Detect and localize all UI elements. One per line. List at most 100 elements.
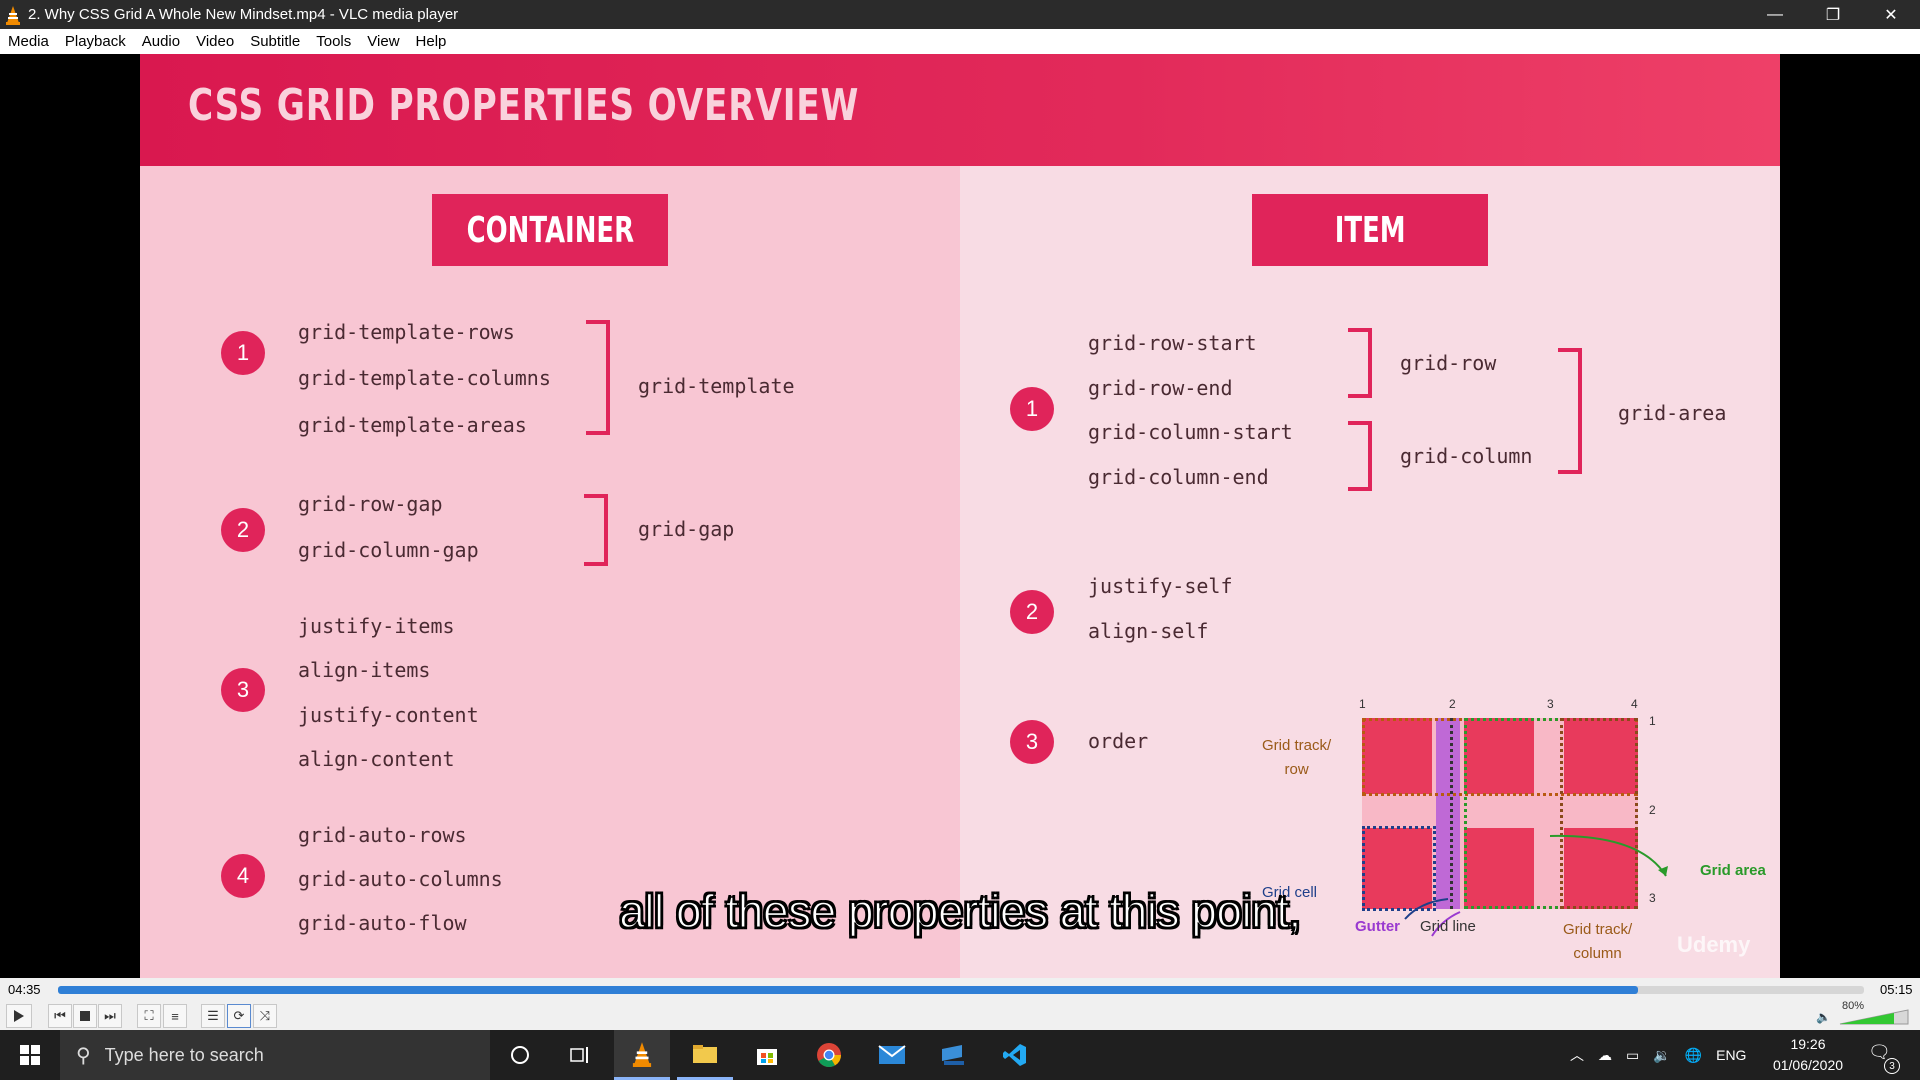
chevron-up-icon[interactable]: ︿ [1570, 1045, 1584, 1065]
bracket [586, 320, 610, 435]
bracket [1348, 328, 1372, 398]
property: grid-row-start [1088, 331, 1257, 355]
group-number: 2 [221, 508, 265, 552]
task-view-icon[interactable] [552, 1030, 608, 1080]
search-icon: ⚲ [76, 1044, 91, 1067]
fullscreen-button[interactable]: ⛶ [137, 1004, 161, 1028]
menu-audio[interactable]: Audio [134, 33, 188, 50]
property: align-self [1088, 619, 1209, 643]
container-heading-label: CONTAINER [466, 209, 634, 251]
property: grid-row-gap [298, 492, 443, 516]
store-icon[interactable] [739, 1030, 795, 1080]
speaker-icon[interactable]: 🔈 [1816, 1010, 1831, 1024]
search-placeholder: Type here to search [104, 1044, 264, 1065]
menu-bar: Media Playback Audio Video Subtitle Tool… [0, 29, 1920, 54]
clock-date: 01/06/2020 [1772, 1057, 1844, 1073]
extended-settings-button[interactable]: ≡ [163, 1004, 187, 1028]
controls-row: ⏮ ⏭ ⛶ ≡ ☰ ⟳ ⤨ 🔈 80% [0, 1000, 1920, 1030]
taskbar-search[interactable]: ⚲ Type here to search [60, 1030, 490, 1080]
play-icon [14, 1010, 24, 1022]
container-heading: CONTAINER [432, 194, 668, 266]
language-indicator[interactable]: ENG [1716, 1047, 1746, 1063]
property: align-items [298, 658, 431, 682]
cortana-icon[interactable] [492, 1030, 548, 1080]
group-number: 3 [221, 668, 265, 712]
system-tray: ︿ ☁ ▭ 🔉 🌐 ENG [1570, 1030, 1746, 1080]
volume-percent: 80% [1842, 1000, 1865, 1012]
group-number: 1 [221, 331, 265, 375]
property: grid-column-gap [298, 538, 479, 562]
vscode-icon[interactable] [987, 1030, 1043, 1080]
grid-area-label: Grid area [1700, 862, 1766, 879]
property: order [1088, 729, 1149, 753]
chrome-icon[interactable] [801, 1030, 857, 1080]
seek-bar[interactable] [58, 986, 1864, 994]
clock[interactable]: 19:26 01/06/2020 [1768, 1034, 1848, 1076]
playlist-button[interactable]: ☰ [201, 1004, 225, 1028]
property: justify-content [298, 703, 479, 727]
stop-icon [80, 1011, 90, 1021]
property: grid-template-rows [298, 320, 515, 344]
menu-help[interactable]: Help [408, 33, 455, 50]
title-bar: 2. Why CSS Grid A Whole New Mindset.mp4 … [0, 0, 1920, 29]
volume-icon[interactable]: 🔉 [1653, 1047, 1670, 1064]
video-area[interactable]: CSS GRID PROPERTIES OVERVIEW CONTAINER I… [0, 54, 1920, 978]
shorthand-property: grid-gap [638, 517, 735, 541]
item-heading-label: ITEM [1334, 209, 1406, 251]
property: grid-template-areas [298, 413, 527, 437]
network-icon[interactable]: 🌐 [1685, 1047, 1702, 1064]
notification-count: 3 [1884, 1058, 1900, 1074]
row-line-number: 1 [1649, 714, 1656, 728]
loop-button[interactable]: ⟳ [227, 1004, 251, 1028]
equalizer-icon: ≡ [171, 1008, 179, 1024]
minimize-button[interactable]: — [1746, 0, 1804, 29]
subtitle-text: all of these properties at this point, [618, 884, 1302, 938]
seek-progress [58, 986, 1639, 994]
shorthand-property: grid-area [1618, 401, 1727, 425]
menu-media[interactable]: Media [0, 33, 57, 50]
start-button[interactable] [0, 1030, 60, 1080]
battery-icon[interactable]: ▭ [1626, 1047, 1639, 1064]
stop-button[interactable] [73, 1004, 97, 1028]
property: grid-column-end [1088, 465, 1269, 489]
vlc-cone-icon [2, 4, 24, 26]
mail-icon[interactable] [864, 1030, 920, 1080]
file-explorer-icon[interactable] [677, 1030, 733, 1080]
bracket [584, 494, 608, 566]
property: grid-row-end [1088, 376, 1233, 400]
column-line-number: 4 [1631, 697, 1638, 711]
bracket [1558, 348, 1582, 474]
play-button[interactable] [6, 1004, 32, 1028]
grid-track-row-label: Grid track/ row [1262, 737, 1332, 778]
clock-time: 19:26 [1790, 1036, 1826, 1052]
menu-tools[interactable]: Tools [308, 33, 359, 50]
taskbar: ⚲ Type here to search ︿ ☁ ▭ 🔉 🌐 ENG 19:2… [0, 1030, 1920, 1080]
previous-button[interactable]: ⏮ [48, 1004, 72, 1028]
seek-row: 04:35 05:15 [0, 978, 1920, 1002]
menu-video[interactable]: Video [188, 33, 242, 50]
shuffle-button[interactable]: ⤨ [253, 1004, 277, 1028]
onedrive-icon[interactable]: ☁ [1598, 1047, 1612, 1064]
menu-subtitle[interactable]: Subtitle [242, 33, 308, 50]
next-button[interactable]: ⏭ [98, 1004, 122, 1028]
group-number: 2 [1010, 590, 1054, 634]
volume-slider[interactable]: 80% [1838, 1000, 1910, 1026]
windows-icon [20, 1045, 40, 1065]
menu-playback[interactable]: Playback [57, 33, 134, 50]
column-line-number: 3 [1547, 697, 1554, 711]
vlc-taskbar-icon[interactable] [614, 1030, 670, 1080]
next-icon: ⏭ [104, 1008, 116, 1023]
total-time: 05:15 [1880, 982, 1913, 997]
property: grid-column-start [1088, 420, 1293, 444]
restore-button[interactable]: ❐ [1804, 0, 1862, 29]
menu-view[interactable]: View [359, 33, 407, 50]
property: grid-auto-rows [298, 823, 467, 847]
bracket [1348, 421, 1372, 491]
shorthand-property: grid-row [1400, 351, 1497, 375]
close-button[interactable]: ✕ [1862, 0, 1920, 29]
app-icon[interactable] [925, 1030, 981, 1080]
elapsed-time: 04:35 [8, 982, 41, 997]
property: grid-template-columns [298, 366, 551, 390]
shorthand-property: grid-column [1400, 444, 1533, 468]
slide: CSS GRID PROPERTIES OVERVIEW CONTAINER I… [140, 54, 1780, 978]
